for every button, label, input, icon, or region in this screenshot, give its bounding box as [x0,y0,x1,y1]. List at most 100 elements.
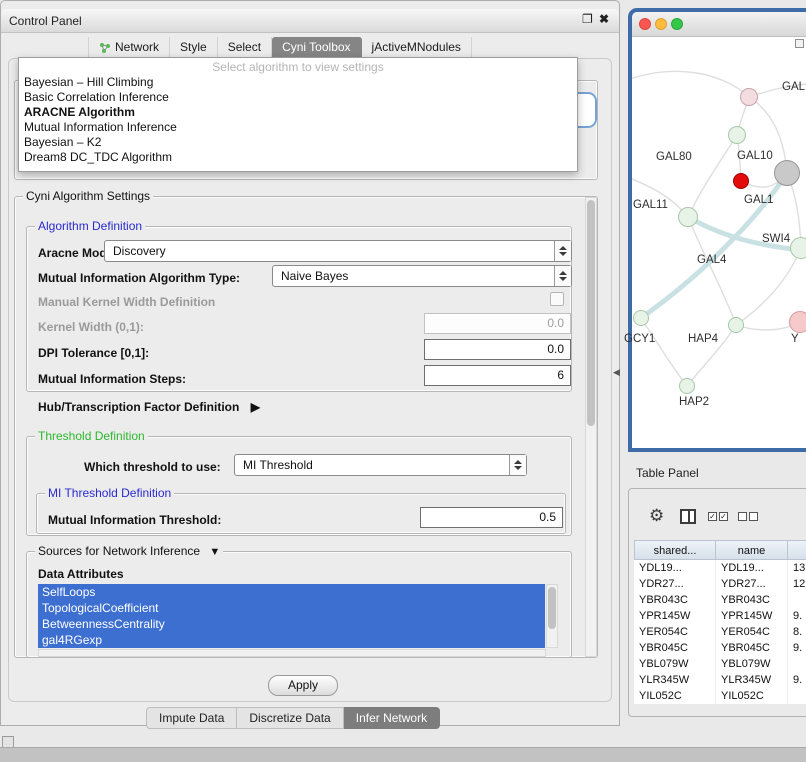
network-node[interactable] [679,378,695,394]
gear-icon[interactable]: ⚙ [649,506,664,526]
settings-group-title: Cyni Algorithm Settings [23,189,153,203]
kernel-width-field[interactable]: 0.0 [424,313,571,334]
column-header-extra[interactable] [788,540,806,560]
dropdown-item-bayesian-hill[interactable]: Bayesian – Hill Climbing [19,75,577,90]
node-label: GAL80 [656,151,692,163]
node-label: GAL11 [633,199,668,211]
mi-type-select[interactable]: Naive Bayes [272,265,572,287]
tab-discretize-data[interactable]: Discretize Data [237,707,343,729]
minimize-traffic-light[interactable] [655,18,667,30]
tab-infer-network[interactable]: Infer Network [344,707,440,729]
network-node[interactable] [790,237,806,259]
table-row[interactable]: YBL079WYBL079W [634,656,806,672]
node-label: GAL10 [737,150,773,162]
mi-threshold-field[interactable]: 0.5 [420,507,563,528]
data-attributes-list: SelfLoops TopologicalCoefficient Between… [38,584,545,648]
combo-arrows-icon [554,266,571,286]
dropdown-item-bayesian-k2[interactable]: Bayesian – K2 [19,135,577,150]
deselect-all-checks-icon[interactable] [738,512,758,521]
manual-kernel-checkbox[interactable] [550,292,564,306]
tab-jactivemnodules[interactable]: jActiveMNodules [362,37,472,58]
checked-box-icon: ✓ [719,512,728,521]
table-row[interactable]: YIL052CYIL052C [634,688,806,704]
which-threshold-label: Which threshold to use: [84,460,221,474]
cell: YDR27... [634,576,716,592]
table-row[interactable]: YDR27...YDR27...12 [634,576,806,592]
cell: YBR045C [716,640,788,656]
close-window-icon[interactable]: ✖ [599,12,609,26]
attributes-scrollbar-track[interactable] [546,584,558,648]
network-node-selected-red[interactable] [733,173,749,189]
control-panel-titlebar[interactable]: Control Panel [1,9,619,33]
bottom-status-strip [0,747,806,762]
table-row[interactable]: YBR043CYBR043C [634,592,806,608]
list-item-topologicalcoefficient[interactable]: TopologicalCoefficient [38,600,545,616]
node-label: GAL [782,81,805,93]
sources-group-toggle[interactable]: Sources for Network Inference ▼ [35,544,223,558]
mi-steps-label: Mutual Information Steps: [38,372,186,386]
hub-definition-toggle[interactable]: Hub/Transcription Factor Definition ▶ [38,400,260,414]
which-threshold-select[interactable]: MI Threshold [234,454,527,476]
tab-network[interactable]: Network [88,37,170,58]
column-selector-icon[interactable] [680,509,696,524]
table-header-row: shared... name [634,540,806,560]
node-label: HAP2 [679,396,709,408]
cell [788,656,806,672]
cell [788,592,806,608]
dropdown-item-mutual-information[interactable]: Mutual Information Inference [19,120,577,135]
unchecked-box-icon [738,512,747,521]
mi-steps-field[interactable]: 6 [424,365,571,386]
column-header-name[interactable]: name [716,540,788,560]
list-item-selfloops[interactable]: SelfLoops [38,584,545,600]
network-node-pink[interactable] [789,311,806,333]
aracne-mode-select[interactable]: Discovery [104,240,572,262]
cell: YBL079W [634,656,716,672]
list-item-gal4rgexp[interactable]: gal4RGexp [38,632,545,648]
column-header-shared-name[interactable]: shared... [634,540,716,560]
mi-threshold-group-title: MI Threshold Definition [45,486,174,500]
float-window-icon[interactable]: ❐ [582,12,593,26]
attributes-scrollbar-thumb[interactable] [548,587,556,629]
close-traffic-light[interactable] [639,18,651,30]
network-node[interactable] [633,310,649,326]
tab-impute-data[interactable]: Impute Data [146,707,237,729]
network-node[interactable] [740,88,758,106]
chevron-right-icon: ▶ [251,400,260,414]
network-node-gray[interactable] [774,160,800,186]
select-all-checks-icon[interactable]: ✓✓ [708,512,728,521]
table-row[interactable]: YER054CYER054C8. [634,624,806,640]
dpi-tolerance-field[interactable]: 0.0 [424,339,571,360]
tab-cyni-toolbox[interactable]: Cyni Toolbox [272,37,361,58]
dropdown-item-dream8[interactable]: Dream8 DC_TDC Algorithm [19,150,577,165]
cell: YBL079W [716,656,788,672]
splitter-collapse-arrow[interactable]: ◀ [613,367,620,378]
bottom-tabbar: Impute Data Discretize Data Infer Networ… [146,707,440,729]
dropdown-item-aracne[interactable]: ARACNE Algorithm [19,105,577,120]
apply-button[interactable]: Apply [268,675,338,696]
attributes-hscrollbar-track[interactable] [38,649,546,657]
table-row[interactable]: YLR345WYLR345W9. [634,672,806,688]
table-row[interactable]: YBR045CYBR045C9. [634,640,806,656]
unchecked-box-icon [749,512,758,521]
checked-box-icon: ✓ [708,512,717,521]
list-item-betweennesscentrality[interactable]: BetweennessCentrality [38,616,545,632]
node-label: GAL1 [744,194,773,206]
cell: YIL052C [716,688,788,704]
table-row[interactable]: YPR145WYPR145W9. [634,608,806,624]
network-node[interactable] [728,317,744,333]
tab-label: Cyni Toolbox [282,37,350,58]
network-node[interactable] [728,126,746,144]
cell: YLR345W [716,672,788,688]
manual-kernel-label: Manual Kernel Width Definition [38,295,215,309]
table-row[interactable]: YDL19...YDL19...13 [634,560,806,576]
network-icon [99,42,111,54]
dropdown-item-basic-correlation[interactable]: Basic Correlation Inference [19,90,577,105]
tab-select[interactable]: Select [218,37,272,58]
cell: YPR145W [716,608,788,624]
table-body: YDL19...YDL19...13 YDR27...YDR27...12 YB… [634,560,806,704]
settings-scrollbar-thumb[interactable] [587,200,595,426]
tab-style[interactable]: Style [170,37,218,58]
cell: 9. [788,640,806,656]
zoom-traffic-light[interactable] [671,18,683,30]
network-node[interactable] [678,207,698,227]
